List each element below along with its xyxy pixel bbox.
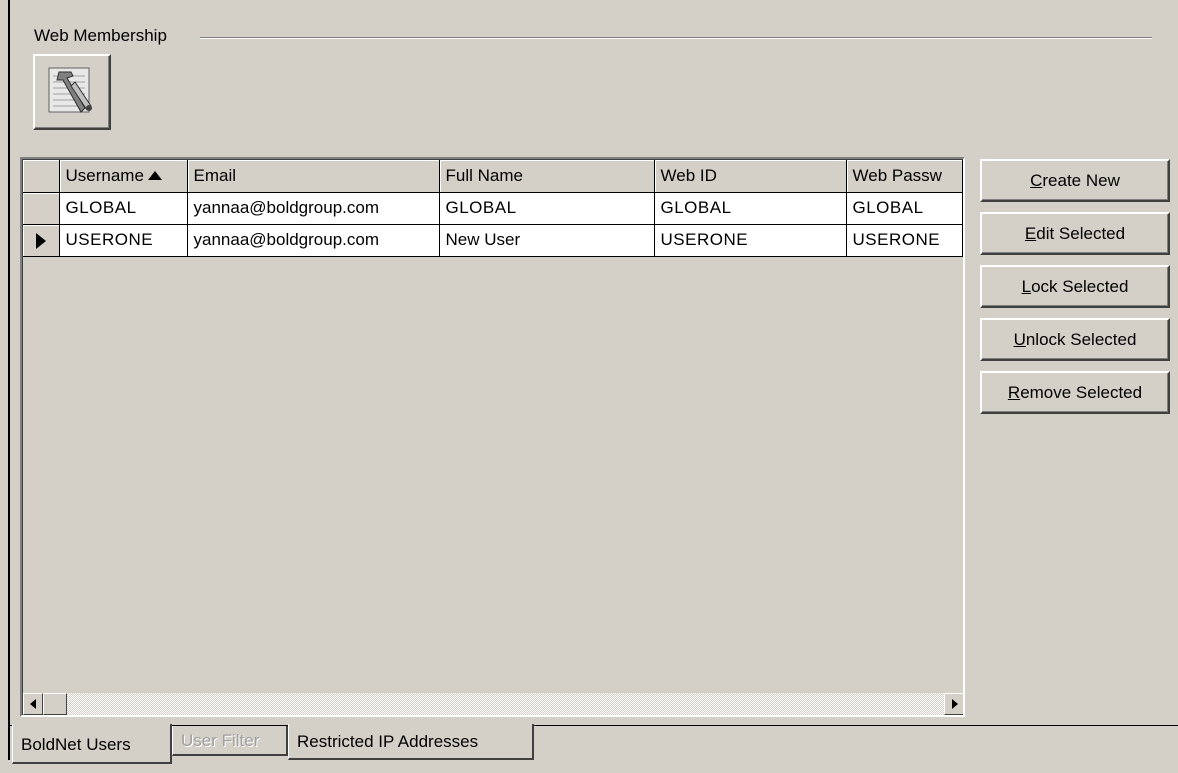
window-left-edge [0, 0, 10, 773]
users-table: Username Email Full Name Web ID Web Pass… [23, 160, 963, 257]
cell-email[interactable]: yannaa@boldgroup.com [187, 192, 440, 225]
scroll-left-button[interactable] [23, 693, 43, 715]
scroll-right-button[interactable] [944, 693, 963, 715]
remove-selected-button[interactable]: Remove Selected [980, 371, 1170, 414]
tab-boldnet-users[interactable]: BoldNet Users [12, 724, 172, 764]
cell-web-id[interactable]: USERONE [654, 224, 847, 257]
table-row[interactable]: GLOBAL yannaa@boldgroup.com GLOBAL GLOBA… [23, 192, 963, 225]
arrow-right-icon [952, 699, 958, 709]
scroll-thumb[interactable] [43, 693, 67, 715]
column-header-username[interactable]: Username [59, 160, 188, 193]
users-grid[interactable]: Username Email Full Name Web ID Web Pass… [20, 157, 965, 717]
create-new-button[interactable]: Create New [980, 159, 1170, 202]
cell-full-name[interactable]: GLOBAL [439, 192, 655, 225]
cell-web-password[interactable]: GLOBAL [846, 192, 963, 225]
cell-web-password[interactable]: USERONE [846, 224, 963, 257]
cell-full-name[interactable]: New User [439, 224, 655, 257]
indicator-header [23, 160, 60, 193]
row-indicator[interactable] [23, 224, 60, 257]
row-indicator[interactable] [23, 192, 60, 225]
cell-web-id[interactable]: GLOBAL [654, 192, 847, 225]
cell-username[interactable]: USERONE [59, 224, 188, 257]
column-header-web-id[interactable]: Web ID [654, 160, 847, 193]
group-title: Web Membership [34, 26, 175, 46]
unlock-selected-button[interactable]: Unlock Selected [980, 318, 1170, 361]
arrow-left-icon [30, 699, 36, 709]
current-row-icon [35, 232, 46, 249]
horizontal-scrollbar[interactable] [23, 693, 963, 715]
column-header-web-password[interactable]: Web Passw [846, 160, 963, 193]
tools-icon [48, 67, 92, 113]
cell-username[interactable]: GLOBAL [59, 192, 188, 225]
cell-email[interactable]: yannaa@boldgroup.com [187, 224, 440, 257]
column-header-full-name[interactable]: Full Name [439, 160, 655, 193]
lock-selected-button[interactable]: Lock Selected [980, 265, 1170, 308]
tools-button[interactable] [33, 54, 111, 130]
sort-ascending-icon [147, 170, 162, 180]
edit-selected-button[interactable]: Edit Selected [980, 212, 1170, 255]
column-header-email[interactable]: Email [187, 160, 440, 193]
table-row[interactable]: USERONE yannaa@boldgroup.com New User US… [23, 224, 963, 257]
tab-restricted-ip-addresses[interactable]: Restricted IP Addresses [288, 724, 534, 760]
tab-user-filter[interactable]: User Filter [172, 726, 288, 756]
group-divider [200, 37, 1152, 39]
header-row: Username Email Full Name Web ID Web Pass… [23, 160, 963, 193]
